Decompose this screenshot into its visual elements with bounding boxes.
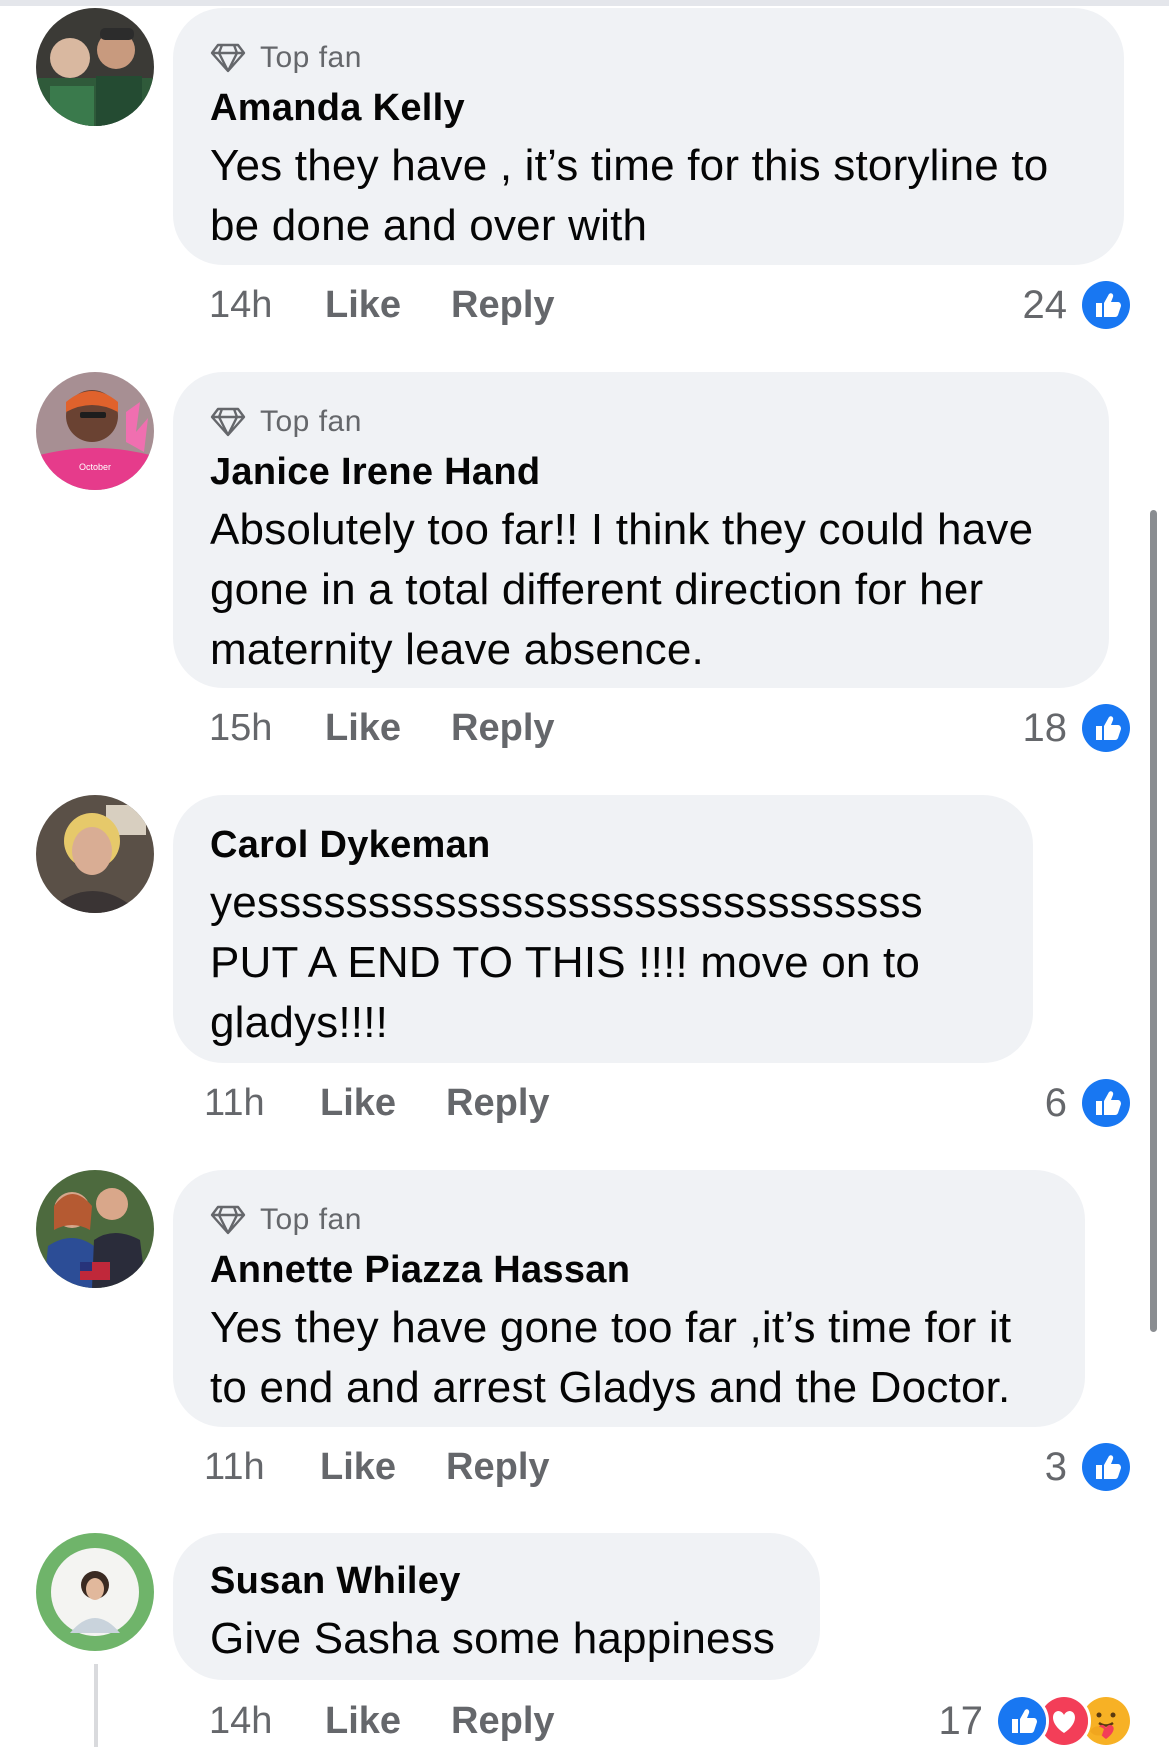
like-button[interactable]: Like	[325, 1700, 401, 1743]
like-icon	[995, 1694, 1049, 1748]
comment-text: Yes they have gone too far ,it’s time fo…	[210, 1303, 1012, 1412]
comment-author[interactable]: Janice Irene Hand	[210, 444, 1073, 500]
avatar[interactable]: October	[36, 372, 154, 490]
badge-label: Top fan	[260, 1203, 362, 1236]
reaction-count: 6	[1044, 1080, 1067, 1125]
comment-timestamp[interactable]: 15h	[209, 707, 325, 750]
avatar[interactable]	[36, 1533, 154, 1651]
avatar[interactable]	[36, 8, 154, 126]
comment-author[interactable]: Susan Whiley	[210, 1553, 784, 1609]
reply-button[interactable]: Reply	[451, 707, 554, 750]
comment-bubble: Top fan Amanda Kelly Yes they have , it’…	[173, 8, 1124, 265]
comment-actions: 11h Like Reply	[204, 1078, 550, 1128]
comment-timestamp[interactable]: 11h	[204, 1082, 320, 1125]
reaction-count: 17	[938, 1698, 984, 1743]
comment-text: Give Sasha some happiness	[210, 1614, 776, 1663]
reply-button[interactable]: Reply	[451, 284, 554, 327]
reply-button[interactable]: Reply	[446, 1082, 549, 1125]
reaction-summary[interactable]: 17	[938, 1694, 1133, 1748]
reaction-summary[interactable]: 6	[1044, 1076, 1133, 1130]
scrollbar[interactable]	[1150, 510, 1157, 1332]
top-fan-badge: Top fan	[210, 1198, 1049, 1242]
diamond-icon	[210, 407, 246, 437]
comment-actions: 11h Like Reply	[204, 1442, 550, 1492]
top-fan-badge: Top fan	[210, 36, 1088, 80]
comment-text: Yes they have , it’s time for this story…	[210, 141, 1049, 250]
like-icon	[1079, 701, 1133, 755]
comment-actions: 15h Like Reply	[209, 703, 555, 753]
comment-author[interactable]: Annette Piazza Hassan	[210, 1242, 1049, 1298]
like-icon	[1079, 1076, 1133, 1130]
like-icon	[1079, 1440, 1133, 1494]
badge-label: Top fan	[260, 41, 362, 74]
avatar-caption: October	[79, 462, 111, 472]
comment-text: Absolutely too far!! I think they could …	[210, 505, 1034, 674]
reply-button[interactable]: Reply	[451, 1700, 554, 1743]
avatar[interactable]	[36, 1170, 154, 1288]
comment-author[interactable]: Carol Dykeman	[210, 817, 997, 873]
reaction-count: 18	[1022, 705, 1068, 750]
like-button[interactable]: Like	[325, 707, 401, 750]
reaction-count: 3	[1044, 1444, 1067, 1489]
comment-author[interactable]: Amanda Kelly	[210, 80, 1088, 136]
reaction-count: 24	[1022, 282, 1068, 327]
top-fan-badge: Top fan	[210, 400, 1073, 444]
reaction-summary[interactable]: 18	[1022, 701, 1133, 755]
reaction-summary[interactable]: 3	[1044, 1440, 1133, 1494]
like-icon	[1079, 278, 1133, 332]
comment-bubble: Carol Dykeman yessssssssssssssssssssssss…	[173, 795, 1033, 1063]
badge-label: Top fan	[260, 405, 362, 438]
comment-bubble: Top fan Annette Piazza Hassan Yes they h…	[173, 1170, 1085, 1427]
avatar[interactable]	[36, 795, 154, 913]
thread-line	[94, 1664, 98, 1747]
diamond-icon	[210, 1205, 246, 1235]
like-button[interactable]: Like	[320, 1082, 396, 1125]
reaction-summary[interactable]: 24	[1022, 278, 1133, 332]
reply-button[interactable]: Reply	[446, 1446, 549, 1489]
comment-timestamp[interactable]: 11h	[204, 1446, 320, 1489]
comment-actions: 14h Like Reply	[209, 1696, 555, 1746]
top-divider	[0, 0, 1169, 6]
comment-text: yessssssssssssssssssssssssssssss PUT A E…	[210, 878, 923, 1047]
like-button[interactable]: Like	[325, 284, 401, 327]
comment-actions: 14h Like Reply	[209, 280, 555, 330]
like-button[interactable]: Like	[320, 1446, 396, 1489]
comment-timestamp[interactable]: 14h	[209, 284, 325, 327]
comment-bubble: Susan Whiley Give Sasha some happiness	[173, 1533, 820, 1680]
diamond-icon	[210, 43, 246, 73]
comment-bubble: Top fan Janice Irene Hand Absolutely too…	[173, 372, 1109, 688]
comment-timestamp[interactable]: 14h	[209, 1700, 325, 1743]
